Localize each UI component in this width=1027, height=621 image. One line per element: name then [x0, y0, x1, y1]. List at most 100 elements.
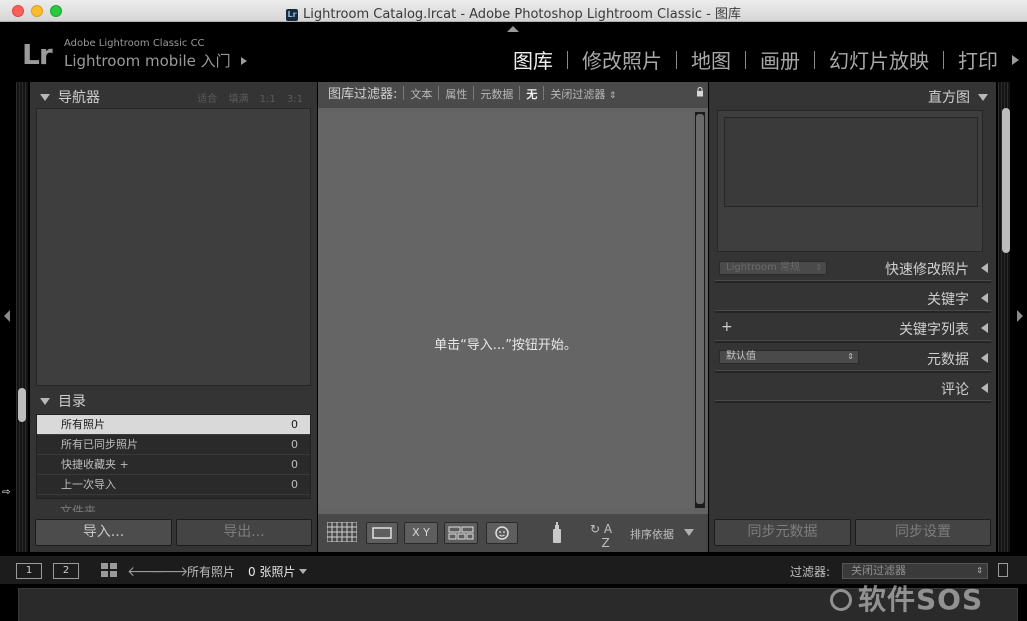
module-picker: 图库 修改照片 地图 画册 幻灯片放映 打印	[505, 45, 1019, 74]
loupe-view-icon	[372, 527, 392, 539]
lightroom-mobile-start-link[interactable]: Lightroom mobile 入门	[64, 50, 247, 71]
forward-arrow-icon[interactable]: 🡒	[151, 563, 189, 580]
lightroom-logo: Lr	[22, 38, 53, 71]
catalog-title: 目录	[58, 394, 86, 410]
sync-metadata-button[interactable]: 同步元数据	[714, 519, 851, 546]
window-title-text: Lightroom Catalog.lrcat - Adobe Photosho…	[303, 7, 741, 22]
module-library[interactable]: 图库	[505, 45, 561, 74]
left-panel-toggle-icon[interactable]	[4, 310, 10, 322]
top-panel-toggle-icon[interactable]	[507, 26, 519, 32]
keyword-list-header[interactable]: 关键字列表	[899, 319, 988, 339]
module-map[interactable]: 地图	[683, 45, 739, 74]
library-toolbar: X Y ↻ A Z 排序依据	[318, 514, 708, 552]
play-arrow-icon	[240, 57, 247, 65]
filter-text[interactable]: 文本	[410, 88, 432, 101]
catalog-item-all-photos[interactable]: 所有照片 0	[37, 415, 310, 435]
sync-settings-button[interactable]: 同步设置	[855, 519, 991, 546]
export-button[interactable]: 导出...	[176, 519, 312, 546]
catalog-item-label: 快捷收藏夹 +	[61, 458, 129, 471]
lock-icon[interactable]	[696, 87, 704, 97]
module-print[interactable]: 打印	[950, 45, 1006, 74]
filter-metadata[interactable]: 元数据	[480, 88, 513, 101]
photo-grid[interactable]: 单击“导入...”按钮开始。	[318, 112, 693, 508]
photo-count-menu[interactable]: 0 张照片	[248, 563, 308, 580]
saved-preset-value: Lightroom 常规	[726, 262, 801, 273]
expand-triangle-icon	[981, 383, 988, 393]
histogram-title: 直方图	[928, 90, 970, 106]
navigator-preview[interactable]	[36, 108, 311, 386]
survey-view-button[interactable]	[444, 522, 478, 544]
catalog-item-previous-import[interactable]: 上一次导入 0	[37, 475, 310, 495]
quick-develop-header[interactable]: 快速修改照片	[885, 259, 988, 279]
grid-view-icon	[326, 521, 358, 543]
catalog-item-label: 所有照片	[61, 418, 105, 431]
filter-divider	[438, 86, 440, 100]
filter-divider	[519, 86, 521, 100]
navigator-zoom-options[interactable]: 适合 填满 1:1 3:1	[197, 90, 303, 105]
filmstrip-source[interactable]: 所有照片	[187, 563, 235, 580]
people-view-button[interactable]	[486, 522, 518, 544]
secondary-window-button[interactable]: 2	[53, 563, 79, 579]
sort-direction-icon[interactable]: ↻ A Z	[590, 522, 612, 550]
loupe-view-button[interactable]	[366, 522, 398, 544]
saved-preset-select[interactable]: Lightroom 常规 ⇕	[719, 261, 827, 275]
lightroom-app-icon: Lr	[286, 9, 299, 21]
face-icon	[495, 526, 509, 540]
window-titlebar: Lr Lightroom Catalog.lrcat - Adobe Photos…	[0, 0, 1027, 22]
comments-header[interactable]: 评论	[941, 379, 988, 399]
expand-triangle-icon	[981, 263, 988, 273]
module-divider	[676, 50, 677, 69]
folders-header[interactable]: 文件夹	[36, 502, 311, 512]
keywording-header[interactable]: 关键字	[927, 289, 988, 309]
filter-switch-toggle[interactable]	[998, 563, 1008, 577]
import-button[interactable]: 导入...	[35, 519, 172, 546]
metadata-preset-value: 默认值	[726, 351, 756, 362]
catalog-header[interactable]: 目录	[40, 391, 86, 411]
grid-shortcut-icon[interactable]	[101, 563, 117, 577]
metadata-preset-select[interactable]: 默认值 ⇕	[719, 350, 859, 364]
sort-by-label[interactable]: 排序依据	[630, 526, 674, 542]
empty-catalog-message: 单击“导入...”按钮开始。	[434, 338, 577, 353]
catalog-item-count: 0	[291, 458, 298, 471]
library-filter-label: 图库过滤器:	[328, 87, 398, 102]
painter-spray-can-icon[interactable]	[546, 520, 568, 546]
filter-preset-select[interactable]: 关闭过滤器 ⇕	[550, 88, 616, 101]
filter-none[interactable]: 无	[526, 88, 537, 101]
left-panel-edge[interactable]	[16, 82, 28, 552]
left-panel-scrollbar[interactable]	[18, 388, 26, 422]
catalog-item-synced-photos[interactable]: 所有已同步照片 0	[37, 435, 310, 455]
toolbar-content-menu-icon[interactable]	[684, 529, 694, 536]
module-book[interactable]: 画册	[752, 45, 808, 74]
module-develop[interactable]: 修改照片	[574, 45, 670, 74]
right-panel-scrollbar[interactable]	[1002, 108, 1010, 253]
catalog-item-count: 0	[291, 438, 298, 451]
left-panel: 导航器 适合 填满 1:1 3:1 目录 所有照片 0 所有已同步照片 0 快捷…	[30, 82, 317, 552]
grid-scrollbar-thumb[interactable]	[696, 114, 704, 504]
module-divider	[943, 50, 944, 69]
product-name: Adobe Lightroom Classic CC	[64, 38, 205, 49]
filter-divider	[473, 86, 475, 100]
main-window-button[interactable]: 1	[16, 563, 42, 579]
catalog-item-label: 上一次导入	[61, 478, 116, 491]
right-panel-toggle-icon[interactable]	[1017, 310, 1023, 322]
updown-arrows-icon: ⇕	[976, 566, 983, 575]
filter-attribute[interactable]: 属性	[445, 88, 467, 101]
grid-view-button[interactable]	[326, 521, 358, 544]
add-keyword-plus-icon[interactable]: +	[721, 319, 733, 335]
catalog-item-count: 0	[291, 418, 298, 431]
catalog-item-quick-collection[interactable]: 快捷收藏夹 + 0	[37, 455, 310, 475]
navigator-header[interactable]: 导航器	[40, 87, 100, 107]
more-modules-icon[interactable]	[1012, 54, 1019, 65]
filmstrip-filter-select[interactable]: 关闭过滤器 ⇕	[842, 563, 988, 579]
photo-count: 0 张照片	[248, 565, 296, 579]
expand-triangle-icon	[981, 293, 988, 303]
metadata-header[interactable]: 元数据	[927, 349, 988, 369]
grid-scrollbar[interactable]	[695, 112, 705, 508]
compare-view-button[interactable]: X Y	[404, 522, 438, 544]
right-panel: 直方图 Lightroom 常规 ⇕ 快速修改照片 关键字 + 关键字列表 默认值…	[709, 82, 996, 552]
histogram-header[interactable]: 直方图	[928, 87, 988, 107]
quick-develop-title: 快速修改照片	[885, 262, 969, 278]
collapse-triangle-icon	[978, 94, 988, 101]
filmstrip-filter-label: 过滤器:	[790, 565, 831, 579]
module-slideshow[interactable]: 幻灯片放映	[821, 45, 937, 74]
